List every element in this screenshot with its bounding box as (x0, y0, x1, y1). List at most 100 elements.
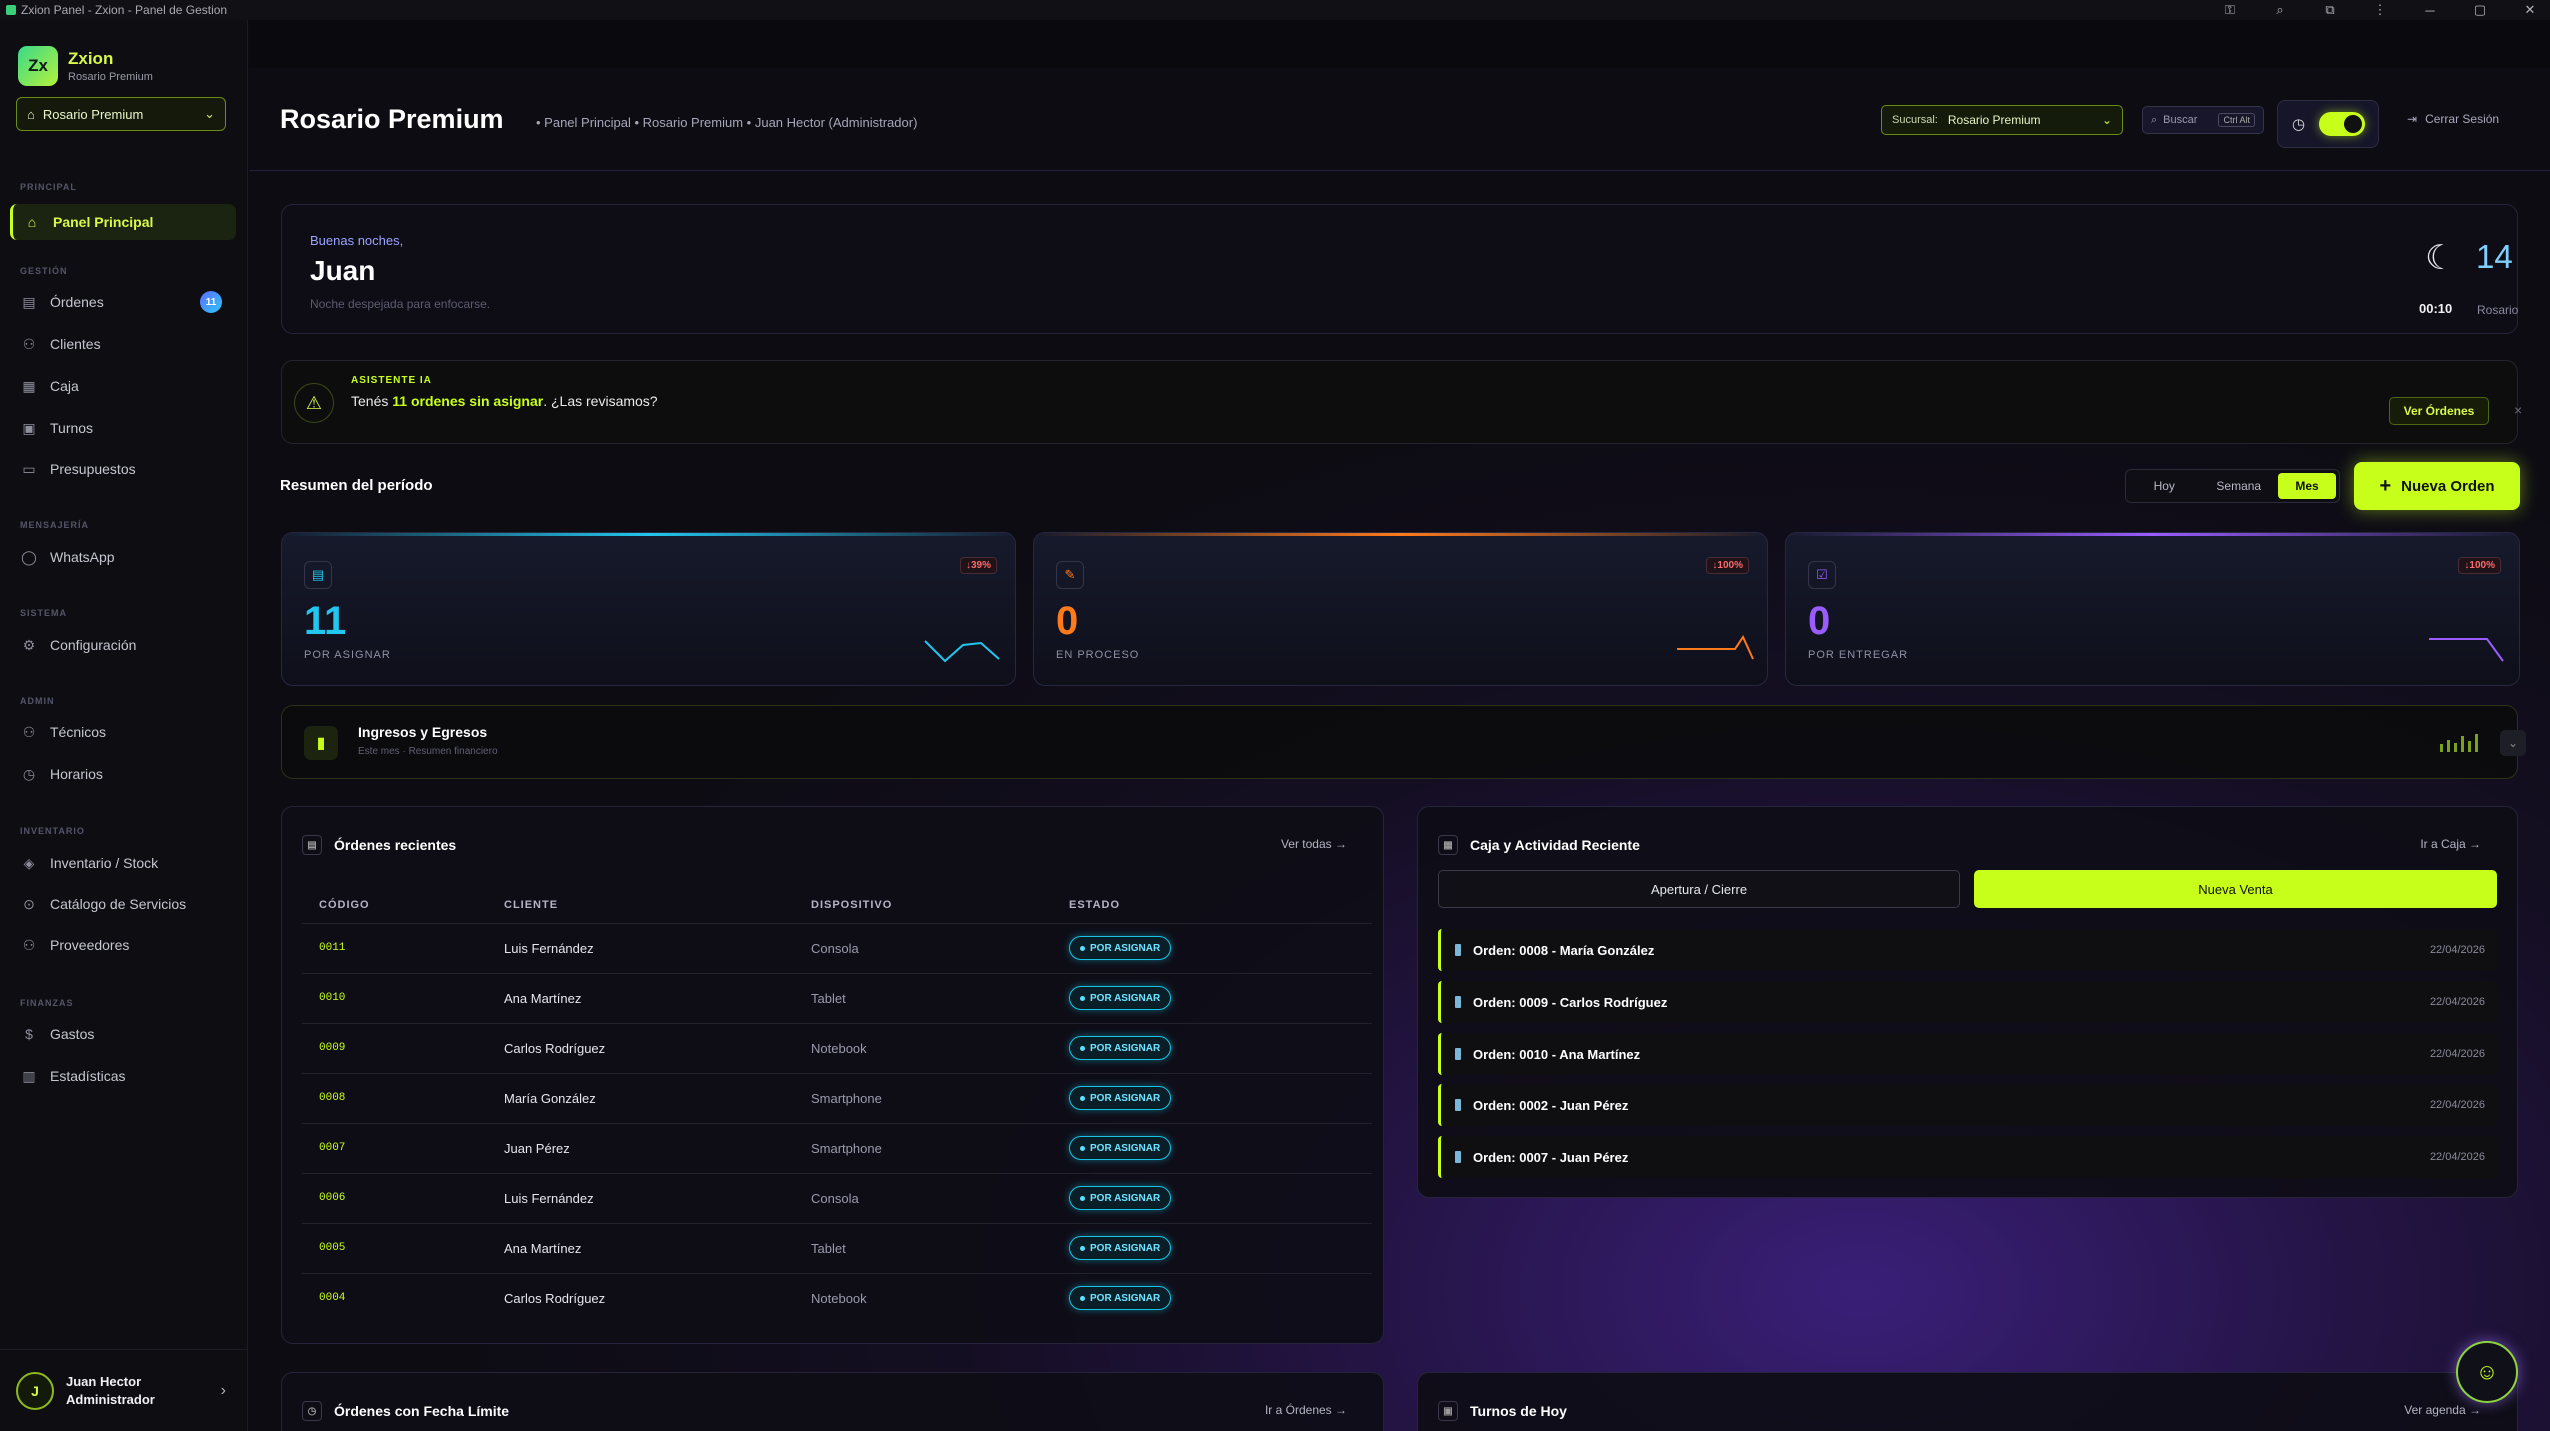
zoom-icon[interactable]: ⌕ (2270, 2, 2290, 18)
accent-line (1034, 533, 1767, 536)
view-orders-button[interactable]: Ver Órdenes (2389, 397, 2489, 425)
panel-title-text: Órdenes recientes (334, 837, 457, 853)
sidebar-item-estadisticas[interactable]: ▥ Estadísticas (10, 1058, 236, 1094)
home-icon: ⌂ (27, 106, 35, 122)
top-strip (249, 20, 2550, 68)
table-row[interactable]: 0007 Juan Pérez Smartphone POR ASIGNAR (302, 1122, 1372, 1173)
close-window-button[interactable]: ✕ (2520, 2, 2540, 18)
stat-value: 0 (1808, 599, 1831, 643)
view-all-link[interactable]: Ver todas → (1281, 837, 1347, 851)
sidebar-item-label: Presupuestos (50, 461, 136, 477)
greeting-name: Juan (310, 255, 376, 286)
income-title: Ingresos y Egresos (358, 724, 488, 740)
maximize-button[interactable]: ▢ (2470, 2, 2490, 18)
sidebar-item-presupuestos[interactable]: ▭ Presupuestos (10, 451, 236, 487)
order-device: Tablet (794, 1222, 1052, 1273)
message-icon: ▭ (22, 460, 36, 477)
sidebar-item-clientes[interactable]: ⚇ Clientes (10, 326, 236, 362)
calendar-icon: ▣ (1438, 1401, 1458, 1421)
sidebar-item-inventario[interactable]: ◈ Inventario / Stock (10, 845, 236, 881)
stat-label: EN PROCESO (1056, 649, 1140, 661)
stat-card-unassigned[interactable]: ▤ ↓39% 11 POR ASIGNAR (281, 532, 1016, 686)
sidebar-item-label: Horarios (50, 766, 103, 782)
breadcrumb: • Panel Principal • Rosario Premium • Ju… (536, 115, 918, 130)
header-branch-select[interactable]: Sucursal: Rosario Premium ⌄ (1881, 105, 2123, 135)
activity-item[interactable]: Orden: 0007 - Juan Pérez 22/04/2026 (1438, 1136, 2497, 1178)
activity-item[interactable]: Orden: 0008 - María González 22/04/2026 (1438, 929, 2497, 971)
theme-toggle[interactable] (2319, 112, 2366, 136)
logout-button[interactable]: ⇥ Cerrar Sesión (2407, 112, 2499, 126)
ai-assistant-button[interactable]: ☺ (2456, 1341, 2518, 1403)
table-row[interactable]: 0011 Luis Fernández Consola POR ASIGNAR (302, 922, 1372, 973)
recent-orders-panel: ▤ Órdenes recientes Ver todas → CÓDIGO C… (281, 806, 1384, 1344)
sidebar-item-whatsapp[interactable]: ◯ WhatsApp (10, 539, 236, 575)
order-status-cell: POR ASIGNAR (1052, 922, 1372, 973)
sidebar-item-panel[interactable]: ⌂ Panel Principal (10, 204, 236, 240)
table-row[interactable]: 0009 Carlos Rodríguez Notebook POR ASIGNAR (302, 1022, 1372, 1073)
brand-subtitle: Rosario Premium (68, 71, 153, 83)
close-icon[interactable]: × (2514, 402, 2522, 418)
search-input[interactable]: ⌕ Buscar Ctrl Alt (2142, 106, 2264, 134)
activity-item[interactable]: Orden: 0002 - Juan Pérez 22/04/2026 (1438, 1084, 2497, 1126)
table-row[interactable]: 0006 Luis Fernández Consola POR ASIGNAR (302, 1172, 1372, 1223)
income-sub: Este mes · Resumen financiero (358, 746, 498, 757)
panel-title-text: Caja y Actividad Reciente (1470, 837, 1640, 853)
sidebar-item-gastos[interactable]: $ Gastos (10, 1016, 236, 1052)
sidebar-item-horarios[interactable]: ◷ Horarios (10, 756, 236, 792)
brand-logo: Zx (18, 46, 58, 86)
order-code: 0004 (302, 1272, 487, 1323)
table-row[interactable]: 0005 Ana Martínez Tablet POR ASIGNAR (302, 1222, 1372, 1273)
sidebar-item-proveedores[interactable]: ⚇ Proveedores (10, 927, 236, 963)
order-code: 0008 (302, 1072, 487, 1123)
stat-card-to-deliver[interactable]: ☑ ↓100% 0 POR ENTREGAR (1785, 532, 2520, 686)
sidebar-item-catalogo[interactable]: ⊙ Catálogo de Servicios (10, 886, 236, 922)
section-principal: PRINCIPAL (20, 182, 77, 192)
open-close-button[interactable]: Apertura / Cierre (1438, 870, 1960, 908)
activity-item[interactable]: Orden: 0009 - Carlos Rodríguez 22/04/2026 (1438, 981, 2497, 1023)
chevron-down-icon[interactable]: ⌄ (2500, 730, 2526, 756)
sidebar-item-ordenes[interactable]: ▤ Órdenes 11 (10, 284, 236, 320)
window-title: Zxion Panel - Zxion - Panel de Gestion (21, 3, 228, 17)
order-client: María González (487, 1072, 794, 1123)
table-row[interactable]: 0008 María González Smartphone POR ASIGNAR (302, 1072, 1372, 1123)
period-tab-month[interactable]: Mes (2278, 473, 2336, 499)
period-tab-week[interactable]: Semana (2204, 473, 2275, 499)
more-icon[interactable]: ⋮ (2370, 2, 2390, 18)
sidebar-item-turnos[interactable]: ▣ Turnos (10, 410, 236, 446)
sidebar-item-caja[interactable]: ▦ Caja (10, 368, 236, 404)
income-expenses-card[interactable]: ▮ Ingresos y Egresos Este mes · Resumen … (281, 705, 2526, 779)
extension-icon[interactable]: ⧉ (2320, 2, 2340, 18)
table-row[interactable]: 0004 Carlos Rodríguez Notebook POR ASIGNAR (302, 1272, 1372, 1323)
sidebar-branch-select[interactable]: ⌂ Rosario Premium ⌄ (16, 97, 226, 131)
order-device: Smartphone (794, 1122, 1052, 1173)
status-badge: POR ASIGNAR (1069, 1236, 1172, 1260)
activity-text: Orden: 0008 - María González (1473, 942, 1655, 958)
dollar-icon: $ (25, 1026, 33, 1042)
order-client: Juan Pérez (487, 1122, 794, 1173)
app-icon (6, 5, 16, 15)
order-client: Ana Martínez (487, 972, 794, 1023)
chevron-down-icon: ⌄ (2101, 113, 2112, 127)
table-row[interactable]: 0010 Ana Martínez Tablet POR ASIGNAR (302, 972, 1372, 1023)
sidebar-branch-value: Rosario Premium (42, 106, 144, 122)
view-agenda-link[interactable]: Ver agenda → (2404, 1403, 2481, 1417)
activity-item[interactable]: Orden: 0010 - Ana Martínez 22/04/2026 (1438, 1033, 2497, 1075)
user-card[interactable]: J Juan Hector Administrador › (0, 1349, 248, 1431)
go-to-orders-link[interactable]: Ir a Órdenes → (1265, 1403, 1347, 1417)
new-sale-button[interactable]: Nueva Venta (1974, 870, 2497, 908)
go-to-caja-link[interactable]: Ir a Caja → (2420, 837, 2481, 851)
sidebar-item-configuracion[interactable]: ⚙ Configuración (10, 627, 236, 663)
minimize-button[interactable]: ─ (2420, 3, 2440, 18)
stat-card-in-progress[interactable]: ✎ ↓100% 0 EN PROCESO (1033, 532, 1768, 686)
column-header: CÓDIGO (319, 898, 370, 911)
period-tab-today[interactable]: Hoy (2129, 473, 2200, 499)
status-badge: POR ASIGNAR (1069, 1186, 1172, 1210)
sidebar-item-tecnicos[interactable]: ⚇ Técnicos (10, 714, 236, 750)
key-icon[interactable]: ⚿ (2220, 2, 2240, 18)
avatar: J (16, 1371, 54, 1410)
brand[interactable]: Zx Zxion Rosario Premium (18, 46, 153, 86)
panel-title-text: Órdenes con Fecha Límite (334, 1403, 510, 1419)
new-order-button[interactable]: + Nueva Orden (2354, 462, 2520, 510)
gear-icon: ⚙ (22, 636, 36, 653)
activity-date: 22/04/2026 (2429, 996, 2485, 1008)
